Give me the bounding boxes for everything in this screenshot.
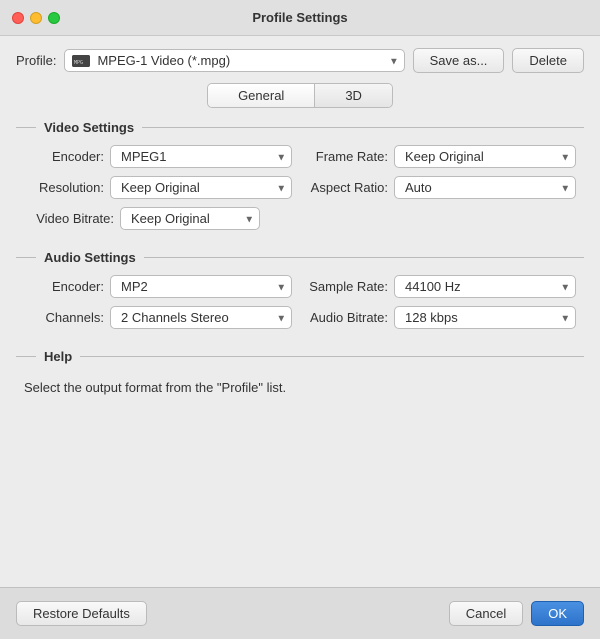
channels-label: Channels: (24, 310, 104, 325)
audio-form-grid: Encoder: MP2 MP3 AAC ▾ Sample Rate: 4410… (16, 275, 584, 329)
audio-encoder-select[interactable]: MP2 MP3 AAC (110, 275, 292, 298)
tab-group: General 3D (207, 83, 393, 108)
profile-select-wrapper: MPG MPEG-1 Video (*.mpg) MPEG-2 Video (*… (64, 49, 404, 72)
audio-encoder-select-wrapper: MP2 MP3 AAC ▾ (110, 275, 292, 298)
resolution-select[interactable]: Keep Original 1280x720 1920x1080 (110, 176, 292, 199)
ok-button[interactable]: OK (531, 601, 584, 626)
resolution-select-wrapper: Keep Original 1280x720 1920x1080 ▾ (110, 176, 292, 199)
encoder-row: Encoder: MPEG1 MPEG2 H.264 ▾ (24, 145, 292, 168)
delete-button[interactable]: Delete (512, 48, 584, 73)
aspect-ratio-select-wrapper: Auto 4:3 16:9 ▾ (394, 176, 576, 199)
video-bitrate-select[interactable]: Keep Original 500 kbps 1000 kbps 2000 kb… (120, 207, 260, 230)
frame-rate-select[interactable]: Keep Original 24 25 30 (394, 145, 576, 168)
audio-bitrate-select[interactable]: 128 kbps 64 kbps 192 kbps 256 kbps (394, 306, 576, 329)
tabs-row: General 3D (16, 83, 584, 108)
encoder-label: Encoder: (24, 149, 104, 164)
video-form-grid: Encoder: MPEG1 MPEG2 H.264 ▾ Frame Rate:… (16, 145, 584, 199)
sample-rate-row: Sample Rate: 44100 Hz 22050 Hz 48000 Hz … (308, 275, 576, 298)
sample-rate-select-wrapper: 44100 Hz 22050 Hz 48000 Hz ▾ (394, 275, 576, 298)
audio-settings-header: Audio Settings (16, 250, 584, 265)
encoder-select-wrapper: MPEG1 MPEG2 H.264 ▾ (110, 145, 292, 168)
channels-select[interactable]: 2 Channels Stereo Mono Stereo (110, 306, 292, 329)
encoder-select[interactable]: MPEG1 MPEG2 H.264 (110, 145, 292, 168)
video-bitrate-select-wrapper: Keep Original 500 kbps 1000 kbps 2000 kb… (120, 207, 260, 230)
maximize-button[interactable] (48, 12, 60, 24)
help-text: Select the output format from the "Profi… (16, 374, 584, 395)
audio-bitrate-label: Audio Bitrate: (308, 310, 388, 325)
audio-settings-section: Audio Settings Encoder: MP2 MP3 AAC ▾ Sa… (16, 250, 584, 329)
help-section-line-right (80, 356, 584, 357)
audio-section-line-left (16, 257, 36, 258)
restore-defaults-button[interactable]: Restore Defaults (16, 601, 147, 626)
frame-rate-row: Frame Rate: Keep Original 24 25 30 ▾ (308, 145, 576, 168)
video-settings-header: Video Settings (16, 120, 584, 135)
video-bitrate-label: Video Bitrate: (24, 211, 114, 226)
profile-label: Profile: (16, 53, 56, 68)
audio-encoder-label: Encoder: (24, 279, 104, 294)
footer-right: Cancel OK (449, 601, 584, 626)
section-line-right (142, 127, 584, 128)
frame-rate-label: Frame Rate: (308, 149, 388, 164)
audio-section-line-right (144, 257, 584, 258)
audio-bitrate-select-wrapper: 128 kbps 64 kbps 192 kbps 256 kbps ▾ (394, 306, 576, 329)
close-button[interactable] (12, 12, 24, 24)
help-section-line-left (16, 356, 36, 357)
help-title: Help (44, 349, 72, 364)
aspect-ratio-row: Aspect Ratio: Auto 4:3 16:9 ▾ (308, 176, 576, 199)
cancel-button[interactable]: Cancel (449, 601, 523, 626)
frame-rate-select-wrapper: Keep Original 24 25 30 ▾ (394, 145, 576, 168)
help-header: Help (16, 349, 584, 364)
help-section: Help Select the output format from the "… (16, 349, 584, 395)
audio-settings-title: Audio Settings (44, 250, 136, 265)
minimize-button[interactable] (30, 12, 42, 24)
section-line-left (16, 127, 36, 128)
window-title: Profile Settings (252, 10, 347, 25)
audio-bitrate-row: Audio Bitrate: 128 kbps 64 kbps 192 kbps… (308, 306, 576, 329)
tab-3d[interactable]: 3D (315, 84, 392, 107)
resolution-row: Resolution: Keep Original 1280x720 1920x… (24, 176, 292, 199)
aspect-ratio-label: Aspect Ratio: (308, 180, 388, 195)
channels-row: Channels: 2 Channels Stereo Mono Stereo … (24, 306, 292, 329)
video-settings-title: Video Settings (44, 120, 134, 135)
traffic-lights (12, 12, 60, 24)
sample-rate-select[interactable]: 44100 Hz 22050 Hz 48000 Hz (394, 275, 576, 298)
main-content: Profile: MPG MPEG-1 Video (*.mpg) MPEG-2… (0, 36, 600, 587)
video-bitrate-row: Video Bitrate: Keep Original 500 kbps 10… (16, 207, 584, 230)
audio-encoder-row: Encoder: MP2 MP3 AAC ▾ (24, 275, 292, 298)
tab-general[interactable]: General (208, 84, 315, 107)
channels-select-wrapper: 2 Channels Stereo Mono Stereo ▾ (110, 306, 292, 329)
title-bar: Profile Settings (0, 0, 600, 36)
resolution-label: Resolution: (24, 180, 104, 195)
footer: Restore Defaults Cancel OK (0, 587, 600, 639)
save-as-button[interactable]: Save as... (413, 48, 505, 73)
profile-row: Profile: MPG MPEG-1 Video (*.mpg) MPEG-2… (16, 48, 584, 73)
video-settings-section: Video Settings Encoder: MPEG1 MPEG2 H.26… (16, 120, 584, 230)
sample-rate-label: Sample Rate: (308, 279, 388, 294)
profile-select[interactable]: MPEG-1 Video (*.mpg) MPEG-2 Video (*.mpg… (64, 49, 404, 72)
aspect-ratio-select[interactable]: Auto 4:3 16:9 (394, 176, 576, 199)
